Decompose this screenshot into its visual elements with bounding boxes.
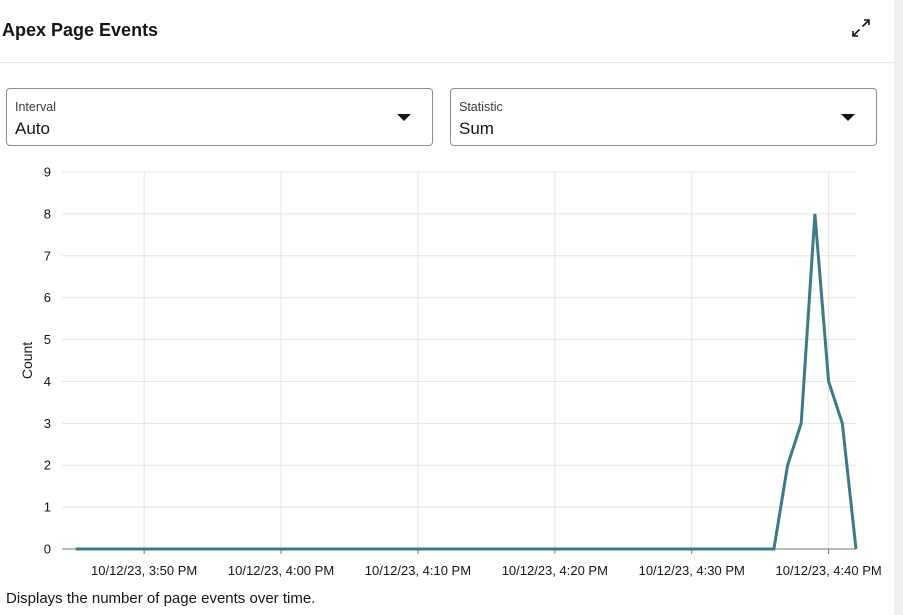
x-tick-label: 10/12/23, 4:00 PM	[228, 563, 334, 578]
y-tick-label: 8	[44, 206, 51, 221]
chart-description: Displays the number of page events over …	[6, 590, 316, 607]
y-tick-label: 6	[44, 290, 51, 305]
statistic-label: Statistic	[459, 100, 503, 114]
x-tick-label: 10/12/23, 4:10 PM	[365, 563, 471, 578]
header-divider	[0, 62, 894, 63]
chevron-down-icon	[397, 114, 411, 121]
y-tick-label: 5	[44, 332, 51, 347]
chevron-down-icon	[841, 114, 855, 121]
y-tick-label: 7	[44, 248, 51, 263]
x-tick-label: 10/12/23, 4:40 PM	[775, 563, 881, 578]
interval-label: Interval	[15, 100, 56, 114]
interval-value: Auto	[15, 119, 50, 138]
x-tick-label: 10/12/23, 4:20 PM	[502, 563, 608, 578]
x-tick-label: 10/12/23, 4:30 PM	[639, 563, 745, 578]
y-tick-label: 0	[44, 542, 51, 557]
expand-button[interactable]	[848, 15, 874, 41]
interval-select[interactable]: Interval Auto	[6, 88, 433, 146]
y-tick-label: 3	[44, 416, 51, 431]
page-events-chart: 0 1 2 3 4 5 6 7 8 9 10/12/23, 3:50 PM 10/12/23, 4:0…	[19, 165, 882, 579]
y-tick-label: 2	[44, 458, 51, 473]
statistic-select[interactable]: Statistic Sum	[450, 88, 877, 146]
page-events-panel: Apex Page Events Interval Auto Statistic…	[0, 0, 903, 615]
expand-icon	[852, 19, 870, 37]
y-axis-title: Count	[19, 342, 35, 379]
y-tick-label: 9	[44, 165, 51, 180]
y-tick-label: 1	[44, 500, 51, 515]
panel-title: Apex Page Events	[2, 20, 159, 40]
statistic-value: Sum	[459, 119, 494, 138]
y-tick-label: 4	[44, 374, 51, 389]
x-tick-label: 10/12/23, 3:50 PM	[91, 563, 197, 578]
scrollbar[interactable]	[894, 0, 903, 615]
